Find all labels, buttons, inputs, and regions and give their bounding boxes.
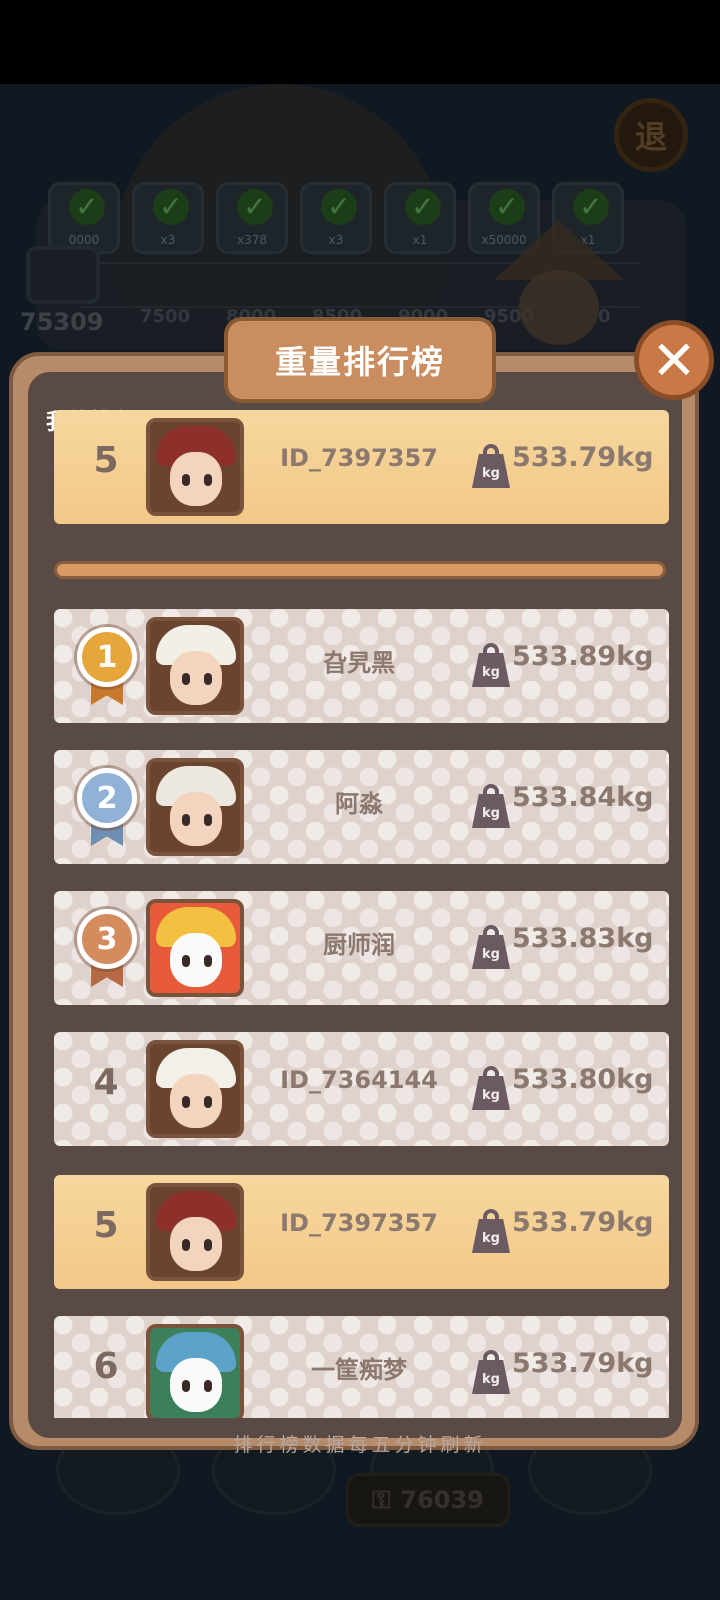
leaderboard-row: 4 ID_7364144 kg 533.80kg: [54, 1032, 669, 1146]
leaderboard-list[interactable]: 1 旮旯黑 kg 533.89kg 2 阿淼 kg 533.84kg 3 厨师润…: [28, 600, 682, 1418]
rank-number: 6: [93, 1346, 119, 1387]
player-weight: 533.89kg: [512, 641, 654, 672]
rank-number: 5: [93, 1205, 119, 1246]
avatar[interactable]: [146, 617, 244, 715]
player-weight: 533.79kg: [512, 1207, 654, 1238]
weight-icon: kg: [472, 1066, 510, 1110]
leaderboard-row: 2 阿淼 kg 533.84kg: [54, 750, 669, 864]
weight-icon: kg: [472, 643, 510, 687]
rank-number: 4: [93, 1062, 119, 1103]
close-button[interactable]: ✕: [634, 320, 714, 400]
silver-medal-icon: 2: [77, 768, 137, 848]
avatar[interactable]: [146, 1183, 244, 1281]
player-weight: 533.83kg: [512, 923, 654, 954]
avatar[interactable]: [146, 758, 244, 856]
avatar[interactable]: [146, 1040, 244, 1138]
player-name: 一筐痴梦: [311, 1356, 407, 1384]
weight-icon: kg: [472, 925, 510, 969]
avatar-face: [170, 792, 222, 846]
leaderboard-row: 6 一筐痴梦 kg 533.79kg: [54, 1316, 669, 1418]
player-name: ID_7397357: [280, 1209, 438, 1237]
avatar-face: [170, 1074, 222, 1128]
avatar-face: [170, 651, 222, 705]
avatar[interactable]: [146, 899, 244, 997]
avatar-face: [170, 452, 222, 506]
avatar-face: [170, 1217, 222, 1271]
leaderboard-row-self: 5 ID_7397357 kg 533.79kg: [54, 1175, 669, 1289]
player-weight: 533.79kg: [512, 442, 654, 473]
avatar[interactable]: [146, 418, 244, 516]
status-bar: [0, 0, 720, 84]
weight-icon: kg: [472, 1209, 510, 1253]
player-name: 阿淼: [335, 790, 383, 818]
weight-icon: kg: [472, 784, 510, 828]
avatar-face: [170, 1358, 222, 1412]
player-name: 厨师润: [323, 931, 395, 959]
rank-number: 5: [93, 440, 119, 481]
weight-icon: kg: [472, 444, 510, 488]
section-divider: [54, 561, 666, 579]
player-weight: 533.80kg: [512, 1064, 654, 1095]
my-rank-row: 5 ID_7397357 kg 533.79kg: [54, 410, 669, 524]
modal-title: 重量排行榜: [224, 317, 496, 403]
player-name: ID_7397357: [280, 444, 438, 472]
player-name: ID_7364144: [280, 1066, 438, 1094]
refresh-note: 排行榜数据每五分钟刷新: [233, 1434, 487, 1456]
gold-medal-icon: 1: [77, 627, 137, 707]
bronze-medal-icon: 3: [77, 909, 137, 989]
weight-icon: kg: [472, 1350, 510, 1394]
avatar[interactable]: [146, 1324, 244, 1418]
avatar-face: [170, 933, 222, 987]
player-weight: 533.79kg: [512, 1348, 654, 1379]
leaderboard-row: 3 厨师润 kg 533.83kg: [54, 891, 669, 1005]
leaderboard-row: 1 旮旯黑 kg 533.89kg: [54, 609, 669, 723]
player-weight: 533.84kg: [512, 782, 654, 813]
player-name: 旮旯黑: [323, 649, 395, 677]
